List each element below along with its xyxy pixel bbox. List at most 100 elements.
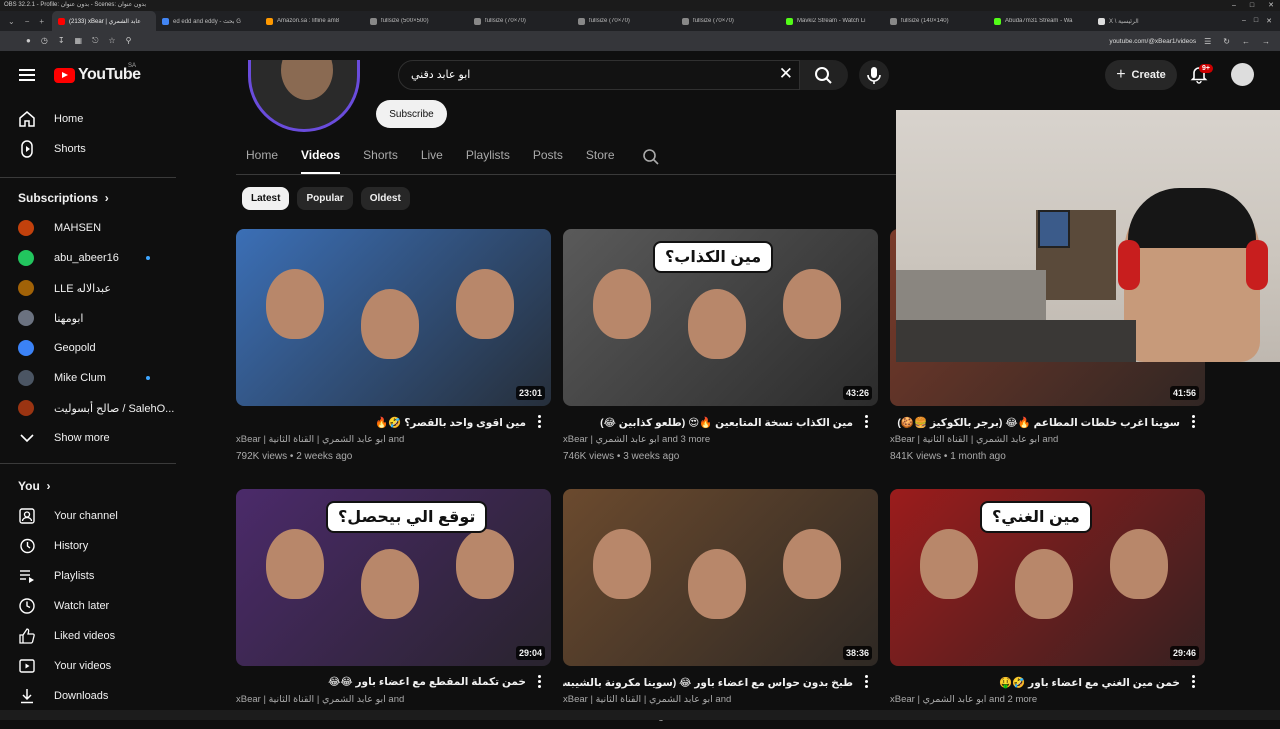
more-options-icon[interactable]	[1192, 675, 1196, 690]
reload-icon[interactable]: ↻	[1223, 37, 1230, 46]
menu-icon[interactable]	[19, 69, 35, 81]
video-thumbnail[interactable]: مين الغني؟ 29:46	[890, 489, 1205, 666]
video-title[interactable]: مين اقوى واحد بالقصر؟ 🤣🔥	[236, 416, 526, 429]
browser-tab[interactable]: fullsize (70×70)	[468, 11, 572, 31]
chip-latest[interactable]: Latest	[242, 187, 290, 210]
tab-home[interactable]: Home	[246, 148, 278, 168]
browser-tab[interactable]: Amazon.sa : lifline am8	[260, 11, 364, 31]
sidebar-icon[interactable]: ☰	[1204, 37, 1211, 46]
chip-popular[interactable]: Popular	[297, 187, 353, 210]
sidebar-item-watch-later[interactable]: Watch later	[18, 595, 168, 617]
video-thumbnail[interactable]: مين الكذاب؟ 43:26	[563, 229, 878, 406]
close-icon[interactable]: ✕	[1266, 17, 1272, 25]
shield-icon[interactable]: ⎋	[92, 36, 98, 46]
subscription-item[interactable]: ابومهنا	[18, 307, 168, 329]
subscribe-button[interactable]: Subscribe	[376, 100, 447, 128]
tab-shorts[interactable]: Shorts	[363, 148, 398, 168]
browser-tab[interactable]: Abuda7m31 Stream - Wa	[988, 11, 1092, 31]
browser-tab[interactable]: (2133) xBear | عابد الشمري	[52, 11, 157, 31]
channel-avatar[interactable]	[248, 60, 360, 132]
new-tab-icon[interactable]: +	[39, 17, 44, 26]
profile-icon[interactable]: ●	[26, 36, 31, 46]
more-options-icon[interactable]	[1192, 415, 1196, 430]
tab-playlists[interactable]: Playlists	[466, 148, 510, 168]
you-heading[interactable]: You ›	[18, 479, 50, 493]
account-avatar[interactable]	[1231, 63, 1254, 86]
browser-tab[interactable]: fullsize (70×70)	[572, 11, 676, 31]
subscription-item[interactable]: MAHSEN	[18, 217, 168, 239]
maximize-icon[interactable]: □	[1254, 17, 1258, 25]
subscription-item[interactable]: abu_abeer16	[18, 247, 168, 269]
tab-search-icon[interactable]: ⌄	[8, 17, 15, 26]
forward-icon[interactable]: →	[1262, 37, 1270, 46]
extension-icon[interactable]: ▦	[75, 36, 83, 46]
sidebar-item-your-videos[interactable]: Your videos	[18, 655, 168, 677]
subscription-item[interactable]: Mike Clum	[18, 367, 168, 389]
video-title[interactable]: سوينا اغرب خلطات المطاعم 🔥😂 (برجر بالكوك…	[890, 416, 1180, 429]
download-icon[interactable]: ↧	[58, 36, 65, 46]
url-field[interactable]: youtube.com/@xBear1/videos	[1109, 38, 1204, 45]
sidebar-item-your-channel[interactable]: Your channel	[18, 505, 168, 527]
browser-tab[interactable]: fullsize (70×70)	[676, 11, 780, 31]
sidebar-item-downloads[interactable]: Downloads	[18, 685, 168, 707]
sidebar-item-label: Your channel	[54, 510, 118, 522]
channel-search-icon[interactable]	[642, 148, 660, 166]
video-channel[interactable]: xBear | ابو عابد الشمري | القناة الثانية…	[236, 434, 404, 445]
subscription-item[interactable]: Geopold	[18, 337, 168, 359]
tab-list-icon[interactable]: −	[25, 17, 30, 26]
video-card[interactable]: توقع الي بيحصل؟ 29:04 خمن تكملة المقطع مع …	[236, 489, 551, 729]
more-options-icon[interactable]	[538, 415, 542, 430]
voice-search-button[interactable]	[859, 60, 889, 90]
video-title[interactable]: مين الكذاب نسخة المتابعين 🔥😍 (طلعو كذابي…	[563, 416, 853, 429]
video-title[interactable]: خمن مين الغني مع اعضاء باور 🤣🤑	[890, 676, 1180, 689]
more-options-icon[interactable]	[865, 415, 869, 430]
close-icon[interactable]: ✕	[1268, 0, 1274, 11]
video-channel[interactable]: xBear | ابو عابد الشمري | القناة الثانية…	[563, 694, 731, 705]
clock-icon[interactable]: ◷	[41, 36, 48, 46]
star-icon[interactable]: ☆	[108, 36, 115, 46]
video-channel[interactable]: xBear | ابو عابد الشمري and 2 more	[890, 694, 1037, 705]
tab-videos[interactable]: Videos	[301, 148, 341, 174]
sidebar-item-home[interactable]: Home	[18, 108, 168, 130]
video-title[interactable]: خمن تكملة المقطع مع اعضاء باور 😂😂	[236, 676, 526, 688]
chip-oldest[interactable]: Oldest	[360, 187, 410, 210]
sidebar-item-history[interactable]: History	[18, 535, 168, 557]
minimize-icon[interactable]: –	[1242, 17, 1246, 25]
sidebar-item-liked-videos[interactable]: Liked videos	[18, 625, 168, 647]
video-card[interactable]: مين الكذاب؟ 43:26 مين الكذاب نسخة المتابعي…	[563, 229, 878, 469]
video-thumbnail[interactable]: 23:01	[236, 229, 551, 406]
show-more-button[interactable]: Show more	[18, 427, 168, 449]
video-channel[interactable]: xBear | ابو عابد الشمري | القناة الثانية…	[236, 694, 404, 705]
sidebar-item-playlists[interactable]: Playlists	[18, 565, 168, 587]
video-channel[interactable]: xBear | ابو عابد الشمري and 3 more	[563, 434, 710, 445]
video-card[interactable]: 23:01 مين اقوى واحد بالقصر؟ 🤣🔥 xBear | ابو…	[236, 229, 551, 469]
create-button[interactable]: + Create	[1105, 60, 1177, 90]
search-icon[interactable]: ⚲	[126, 36, 132, 46]
video-thumbnail[interactable]: 38:36	[563, 489, 878, 666]
video-card[interactable]: مين الغني؟ 29:46 خمن مين الغني مع اعضاء با…	[890, 489, 1205, 729]
sidebar-item-shorts[interactable]: Shorts	[18, 138, 168, 160]
back-icon[interactable]: ←	[1242, 37, 1250, 46]
minimize-icon[interactable]: –	[1232, 0, 1236, 11]
tab-store[interactable]: Store	[586, 148, 615, 168]
browser-tab[interactable]: X \ الرئيسية	[1092, 11, 1196, 31]
search-button[interactable]	[800, 60, 848, 90]
browser-tab[interactable]: ed edd and eddy - بحث G	[156, 11, 260, 31]
subscriptions-heading[interactable]: Subscriptions ›	[18, 191, 109, 205]
tab-posts[interactable]: Posts	[533, 148, 563, 168]
browser-tab[interactable]: fullsize (500×500)	[364, 11, 468, 31]
video-channel[interactable]: xBear | ابو عابد الشمري | القناة الثانية…	[890, 434, 1058, 445]
subscription-item[interactable]: LLE عبدالاله	[18, 277, 168, 299]
search-input[interactable]: ابو عابد دقني ✕	[398, 60, 800, 90]
browser-tab[interactable]: fullsize (140×140)	[884, 11, 988, 31]
browser-tab[interactable]: Mavki2 Stream - Watch Li	[780, 11, 884, 31]
video-title[interactable]: طبخ بدون حواس مع اعضاء باور 😂 (سوينا مكر…	[563, 676, 853, 689]
maximize-icon[interactable]: □	[1250, 0, 1254, 11]
subscription-item[interactable]: صالح أبسوليت / SalehO...	[18, 397, 174, 419]
more-options-icon[interactable]	[865, 675, 869, 690]
video-thumbnail[interactable]: توقع الي بيحصل؟ 29:04	[236, 489, 551, 666]
tab-live[interactable]: Live	[421, 148, 443, 168]
clear-icon[interactable]: ✕	[779, 64, 793, 84]
video-card[interactable]: 38:36 طبخ بدون حواس مع اعضاء باور 😂 (سوين…	[563, 489, 878, 729]
more-options-icon[interactable]	[538, 675, 542, 690]
